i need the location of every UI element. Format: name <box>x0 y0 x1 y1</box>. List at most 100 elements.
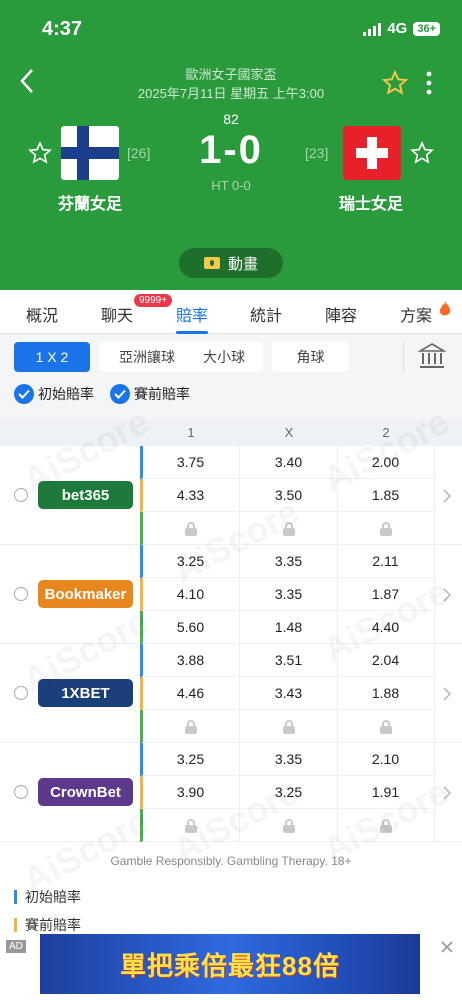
check-icon <box>14 384 34 404</box>
odds-column-header: 1 X 2 <box>0 420 462 446</box>
status-time: 4:37 <box>42 18 83 40</box>
pitch-icon <box>203 257 220 269</box>
match-header: 4:37 4G 36+ 歐洲女子國家盃 2025年7月11日 星期五 上午3:0… <box>0 0 462 290</box>
odds-cell[interactable]: 4.10 <box>142 578 240 611</box>
market-over-under-button[interactable]: 大小球 <box>185 342 263 372</box>
opening-odds-label: 初始賠率 <box>38 386 94 402</box>
close-icon[interactable] <box>440 940 454 954</box>
odds-cell[interactable]: 2.00 <box>337 446 435 479</box>
tab-lineup[interactable]: 陣容 <box>325 302 357 326</box>
odds-cell[interactable]: 3.51 <box>240 644 338 677</box>
tab-stats[interactable]: 統計 <box>250 302 282 326</box>
switzerland-flag <box>343 126 401 180</box>
legend-label: 初始賠率 <box>25 889 81 905</box>
odds-locked-cell <box>142 809 240 842</box>
responsible-gambling-note: Gamble Responsibly. Gambling Therapy. 18… <box>110 854 352 868</box>
tab-tips[interactable]: 方案 <box>400 302 432 326</box>
pre-match-odds-checkbox[interactable]: 賽前賠率 <box>110 384 190 404</box>
odds-cell[interactable]: 4.46 <box>142 677 240 710</box>
lock-icon <box>184 720 197 734</box>
tab-chat[interactable]: 聊天 <box>101 302 133 326</box>
bookmaker-logo: Bookmaker <box>38 580 133 608</box>
odds-cell[interactable]: 5.60 <box>142 611 240 644</box>
bookmaker-logo: CrownBet <box>38 778 133 806</box>
column-home: 1 <box>187 425 195 440</box>
odds-locked-cell <box>337 512 435 545</box>
odds-cell[interactable]: 2.04 <box>337 644 435 677</box>
odds-cell[interactable]: 1.85 <box>337 479 435 512</box>
pre-match-odds-label: 賽前賠率 <box>134 386 190 402</box>
ad-bar: AD 單把乘倍最狂88倍 <box>0 934 462 1000</box>
select-radio[interactable] <box>14 785 28 799</box>
ad-banner[interactable]: 單把乘倍最狂88倍 <box>40 934 420 994</box>
tab-odds[interactable]: 賠率 <box>176 302 208 326</box>
network-type: 4G <box>387 20 408 37</box>
odds-cell[interactable]: 2.11 <box>337 545 435 578</box>
bank-icon[interactable] <box>418 342 446 370</box>
odds-locked-cell <box>337 809 435 842</box>
odds-cell[interactable]: 3.40 <box>240 446 338 479</box>
odds-cell[interactable]: 3.35 <box>240 743 338 776</box>
odds-cell[interactable]: 3.35 <box>240 578 338 611</box>
chevron-right-icon[interactable] <box>442 686 452 702</box>
chevron-right-icon[interactable] <box>442 785 452 801</box>
odds-cell[interactable]: 3.43 <box>240 677 338 710</box>
more-menu-icon[interactable] <box>424 70 434 96</box>
away-team-name[interactable]: 瑞士女足 <box>339 190 403 214</box>
column-away: 2 <box>382 425 390 440</box>
chevron-right-icon[interactable] <box>442 587 452 603</box>
animation-button[interactable]: 動畫 <box>179 248 283 278</box>
opening-odds-checkbox[interactable]: 初始賠率 <box>14 384 94 404</box>
odds-cell[interactable]: 3.75 <box>142 446 240 479</box>
animation-label: 動畫 <box>227 255 258 273</box>
odds-cell[interactable]: 3.25 <box>142 743 240 776</box>
lock-icon <box>184 522 197 536</box>
market-1x2-button[interactable]: 1 X 2 <box>14 342 90 372</box>
ad-tag: AD <box>6 940 26 953</box>
select-radio[interactable] <box>14 488 28 502</box>
lock-icon <box>184 819 197 833</box>
odds-cell[interactable]: 1.87 <box>337 578 435 611</box>
bookmaker-row[interactable]: 1XBET 3.88 3.51 2.04 4.46 3.43 1.88 <box>0 644 462 743</box>
bookmaker-logo: 1XBET <box>38 679 133 707</box>
odds-locked-cell <box>337 710 435 743</box>
favorite-star-icon[interactable] <box>382 70 408 96</box>
odds-cell[interactable]: 3.25 <box>142 545 240 578</box>
away-star-icon[interactable] <box>410 141 434 165</box>
bookmaker-row[interactable]: Bookmaker 3.25 3.35 2.11 4.10 3.35 1.87 5.60 1.4… <box>0 545 462 644</box>
tab-bar: 概況 聊天 賠率 統計 陣容 方案 <box>0 290 462 334</box>
odds-cell[interactable]: 1.88 <box>337 677 435 710</box>
bookmaker-row[interactable]: bet365 3.75 3.40 2.00 4.33 3.50 1.85 <box>0 446 462 545</box>
battery-icon: 36+ <box>413 21 440 36</box>
odds-page: 4:37 4G 36+ 歐洲女子國家盃 2025年7月11日 星期五 上午3:0… <box>0 0 462 1000</box>
odds-cell[interactable]: 3.88 <box>142 644 240 677</box>
status-indicators: 4G 36+ <box>363 20 440 37</box>
lock-icon <box>282 819 295 833</box>
legend-opening: 初始賠率 <box>14 887 81 907</box>
signal-icon <box>363 22 382 36</box>
chat-count-badge: 9999+ <box>134 294 173 307</box>
market-corners-button[interactable]: 角球 <box>272 342 349 372</box>
odds-cell[interactable]: 3.50 <box>240 479 338 512</box>
odds-cell[interactable]: 4.40 <box>337 611 435 644</box>
tab-overview[interactable]: 概況 <box>26 302 58 326</box>
odds-locked-cell <box>240 512 338 545</box>
odds-cell[interactable]: 1.91 <box>337 776 435 809</box>
ad-text: 單把乘倍最狂88倍 <box>120 950 340 981</box>
odds-cell[interactable]: 3.35 <box>240 545 338 578</box>
legend-pre-match: 賽前賠率 <box>14 915 81 935</box>
market-asian-handicap-button[interactable]: 亞洲讓球 <box>99 342 195 372</box>
home-team-name[interactable]: 芬蘭女足 <box>58 190 122 214</box>
odds-cell[interactable]: 1.48 <box>240 611 338 644</box>
select-radio[interactable] <box>14 587 28 601</box>
odds-cell[interactable]: 2.10 <box>337 743 435 776</box>
chevron-right-icon[interactable] <box>442 488 452 504</box>
select-radio[interactable] <box>14 686 28 700</box>
lock-icon <box>282 720 295 734</box>
odds-filter-bar: 1 X 2 亞洲讓球 大小球 角球 初始賠率 賽前賠率 <box>0 334 462 420</box>
bookmaker-row[interactable]: CrownBet 3.25 3.35 2.10 3.90 3.25 1.91 <box>0 743 462 842</box>
bookmaker-logo: bet365 <box>38 481 133 509</box>
odds-cell[interactable]: 4.33 <box>142 479 240 512</box>
odds-cell[interactable]: 3.90 <box>142 776 240 809</box>
odds-cell[interactable]: 3.25 <box>240 776 338 809</box>
